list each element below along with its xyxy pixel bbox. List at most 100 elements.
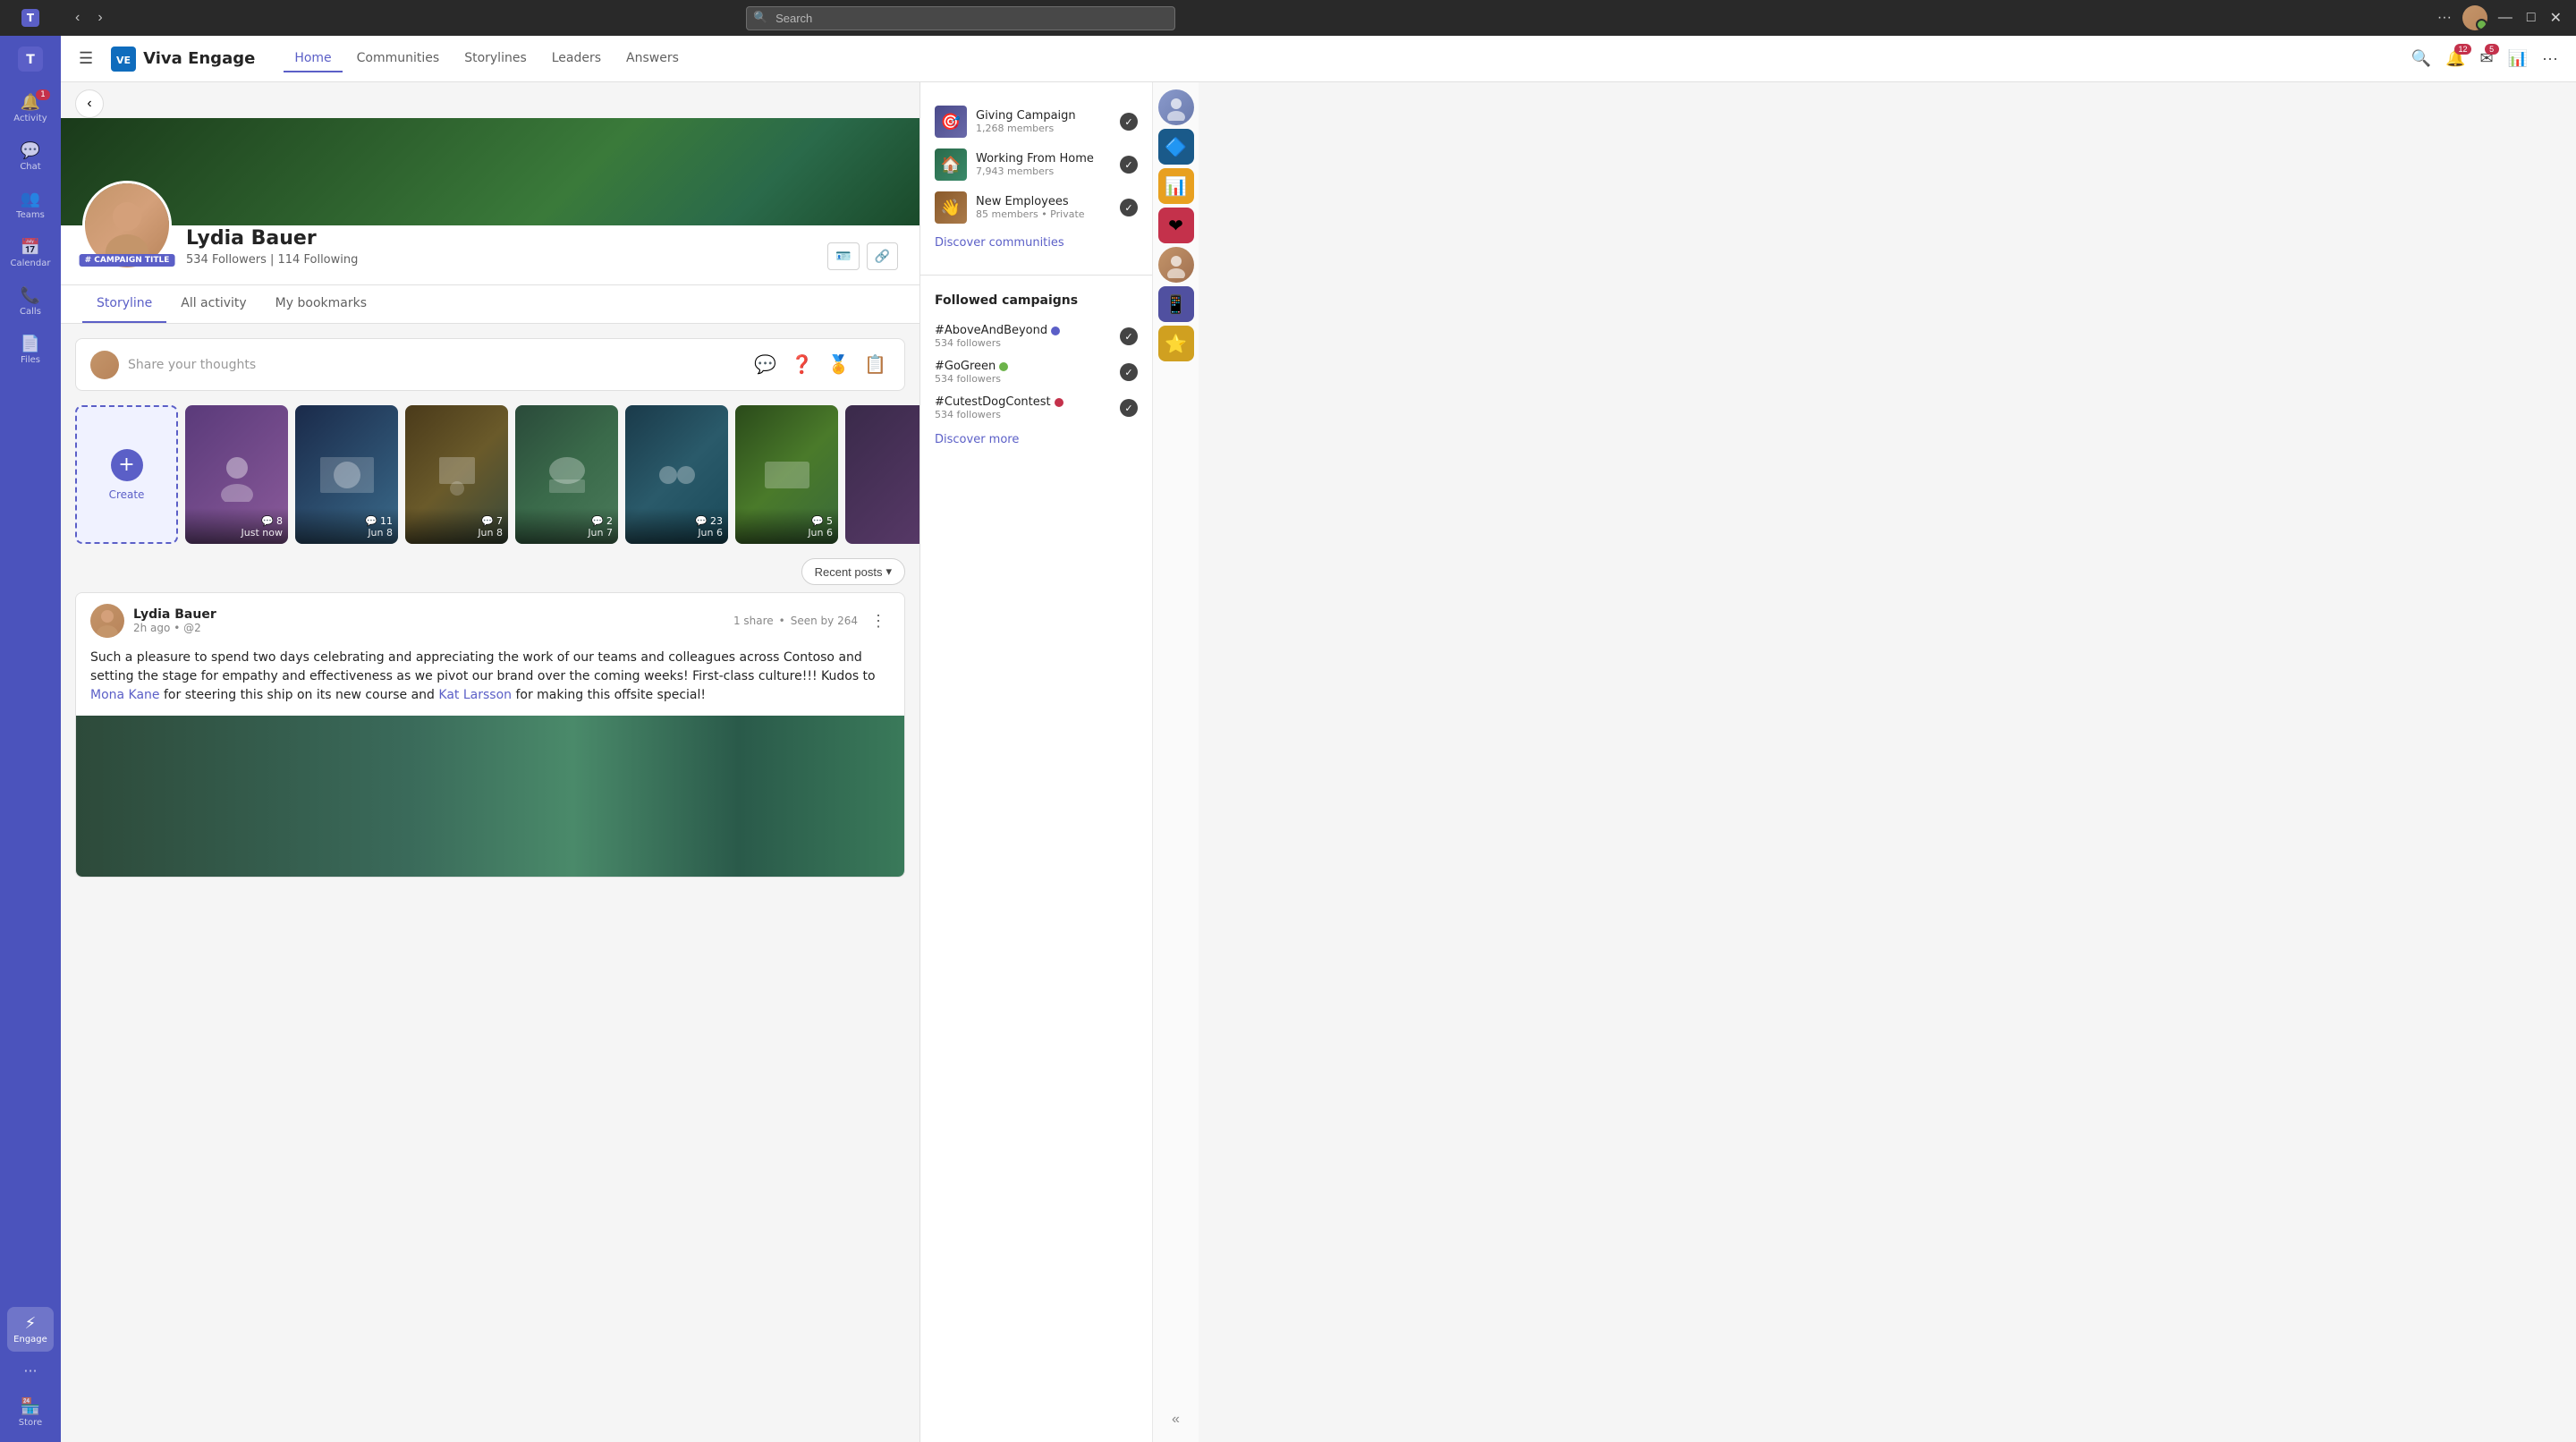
new-employees-check: ✓	[1120, 199, 1138, 216]
post-link-kat[interactable]: Kat Larsson	[438, 688, 512, 702]
campaigns-section-title: Followed campaigns	[935, 293, 1138, 308]
sidebar-item-activity[interactable]: 🔔 Activity 1	[7, 86, 54, 131]
story-item-3[interactable]: 💬7 Jun 8	[405, 405, 508, 544]
nav-answers[interactable]: Answers	[615, 46, 690, 72]
forward-button[interactable]: ›	[90, 6, 109, 30]
sidebar-item-teams[interactable]: 👥 Teams	[7, 182, 54, 227]
sidebar-item-files[interactable]: 📄 Files	[7, 327, 54, 372]
main-layout: T 🔔 Activity 1 💬 Chat 👥 Teams 📅 Calendar…	[0, 36, 2576, 1442]
community-giving-campaign[interactable]: 🎯 Giving Campaign 1,268 members ✓	[935, 100, 1138, 143]
sidebar-item-calls[interactable]: 📞 Calls	[7, 279, 54, 324]
minimize-button[interactable]: —	[2495, 6, 2516, 30]
community-working-from-home[interactable]: 🏠 Working From Home 7,943 members ✓	[935, 143, 1138, 186]
back-navigation-button[interactable]: ‹	[75, 89, 104, 118]
share-kudos-button[interactable]: 🏅	[824, 350, 853, 379]
story-thumbnail-7	[845, 405, 919, 544]
far-right-app-5[interactable]: ⭐	[1158, 326, 1194, 361]
far-right-avatar-2[interactable]	[1158, 247, 1194, 283]
header-notifications-button[interactable]: 🔔 12	[2442, 46, 2469, 72]
far-right-app-1[interactable]: 🔷	[1158, 129, 1194, 165]
share-chat-button[interactable]: 💬	[750, 350, 780, 379]
nav-home[interactable]: Home	[284, 46, 342, 72]
giving-campaign-check: ✓	[1120, 113, 1138, 131]
post-more-button[interactable]: ⋮	[867, 608, 890, 634]
story-item-1[interactable]: 💬8 Just now	[185, 405, 288, 544]
profile-actions: 🪪 🔗	[827, 242, 898, 270]
tab-all-activity[interactable]: All activity	[166, 285, 260, 323]
post-link-mona[interactable]: Mona Kane	[90, 688, 160, 702]
sidebar-item-engage[interactable]: ⚡ Engage	[7, 1307, 54, 1352]
communities-section: 🎯 Giving Campaign 1,268 members ✓ 🏠 Work…	[920, 93, 1152, 264]
story-item-5[interactable]: 💬23 Jun 6	[625, 405, 728, 544]
story-item-7[interactable]	[845, 405, 919, 544]
far-right-app-2[interactable]: 📊	[1158, 168, 1194, 204]
campaign-go-green[interactable]: #GoGreen 534 followers ✓	[935, 354, 1138, 390]
share-input-row: Share your thoughts 💬 ❓ 🏅 📋	[90, 350, 890, 379]
campaign-cutest-dog[interactable]: #CutestDogContest 534 followers ✓	[935, 390, 1138, 426]
header-share-button[interactable]: 📊	[2504, 46, 2531, 72]
far-right-avatar-1[interactable]	[1158, 89, 1194, 125]
post-stats: 1 share • Seen by 264	[733, 615, 858, 627]
story-date-3: Jun 8	[478, 527, 503, 539]
teams-logo-icon: T	[20, 7, 41, 29]
sidebar-item-chat[interactable]: 💬 Chat	[7, 134, 54, 179]
campaign-1-check: ✓	[1120, 327, 1138, 345]
story-create[interactable]: + Create	[75, 405, 178, 544]
tab-storyline[interactable]: Storyline	[82, 285, 166, 323]
right-panel: 🎯 Giving Campaign 1,268 members ✓ 🏠 Work…	[919, 82, 1152, 1442]
back-button[interactable]: ‹	[68, 6, 87, 30]
new-employees-name: New Employees	[976, 195, 1111, 208]
far-right-app-4[interactable]: 📱	[1158, 286, 1194, 322]
header-search-button[interactable]: 🔍	[2408, 46, 2435, 72]
story-item-4[interactable]: 💬2 Jun 7	[515, 405, 618, 544]
nav-leaders[interactable]: Leaders	[541, 46, 612, 72]
discover-communities-link[interactable]: Discover communities	[935, 236, 1138, 250]
new-employees-avatar: 👋	[935, 191, 967, 224]
share-count: 1 share	[733, 615, 774, 627]
story-overlay-2: 💬11 Jun 8	[295, 508, 398, 544]
share-thoughts-input[interactable]: Share your thoughts	[128, 358, 741, 372]
far-right-panel: 🔷 📊 ❤ 📱 ⭐ «	[1152, 82, 1199, 1442]
wfh-name: Working From Home	[976, 152, 1111, 165]
profile-stats: 534 Followers | 114 Following	[186, 253, 813, 267]
close-button[interactable]: ✕	[2546, 5, 2565, 30]
hamburger-button[interactable]: ☰	[75, 46, 97, 72]
far-right-app-3[interactable]: ❤	[1158, 208, 1194, 243]
user-avatar[interactable]	[2462, 5, 2487, 30]
story-comments-2: 💬11	[365, 515, 393, 527]
search-input[interactable]	[746, 6, 1175, 30]
campaign-above-and-beyond[interactable]: #AboveAndBeyond 534 followers ✓	[935, 318, 1138, 354]
share-user-avatar	[90, 351, 119, 379]
campaign-3-name: #CutestDogContest	[935, 395, 1116, 409]
titlebar: T ‹ › 🔍 ··· — □ ✕	[0, 0, 2576, 36]
sidebar-item-calendar[interactable]: 📅 Calendar	[7, 231, 54, 276]
more-options-button[interactable]: ···	[2434, 6, 2455, 30]
svg-text:T: T	[27, 12, 35, 24]
content-area: ‹	[61, 82, 2576, 1442]
section-divider	[920, 275, 1152, 276]
story-overlay-6: 💬5 Jun 6	[735, 508, 838, 544]
header-messages-button[interactable]: ✉ 5	[2477, 46, 2497, 72]
story-item-2[interactable]: 💬11 Jun 8	[295, 405, 398, 544]
stories-row: + Create 💬8	[61, 405, 919, 558]
maximize-button[interactable]: □	[2523, 6, 2539, 30]
community-new-employees[interactable]: 👋 New Employees 85 members • Private ✓	[935, 186, 1138, 229]
nav-communities[interactable]: Communities	[346, 46, 451, 72]
share-profile-button[interactable]: 🔗	[867, 242, 898, 270]
messages-badge: 5	[2485, 44, 2499, 55]
collapse-panel-button[interactable]: «	[1165, 1404, 1187, 1435]
tab-my-bookmarks[interactable]: My bookmarks	[261, 285, 381, 323]
sidebar-item-store[interactable]: 🏪 Store	[7, 1390, 54, 1435]
sidebar-item-more[interactable]: ···	[7, 1355, 54, 1387]
share-poll-button[interactable]: 📋	[860, 350, 890, 379]
story-date-4: Jun 7	[588, 527, 613, 539]
discover-more-campaigns-link[interactable]: Discover more	[935, 433, 1138, 446]
share-question-button[interactable]: ❓	[787, 350, 817, 379]
view-card-button[interactable]: 🪪	[827, 242, 859, 270]
nav-storylines[interactable]: Storylines	[453, 46, 538, 72]
sidebar-teams-label: Teams	[16, 210, 45, 220]
recent-posts-filter-button[interactable]: Recent posts ▾	[801, 558, 905, 585]
post-card: Lydia Bauer 2h ago • @2 1 share • Seen b…	[75, 592, 905, 878]
header-more-button[interactable]: ···	[2538, 46, 2562, 72]
story-item-6[interactable]: 💬5 Jun 6	[735, 405, 838, 544]
